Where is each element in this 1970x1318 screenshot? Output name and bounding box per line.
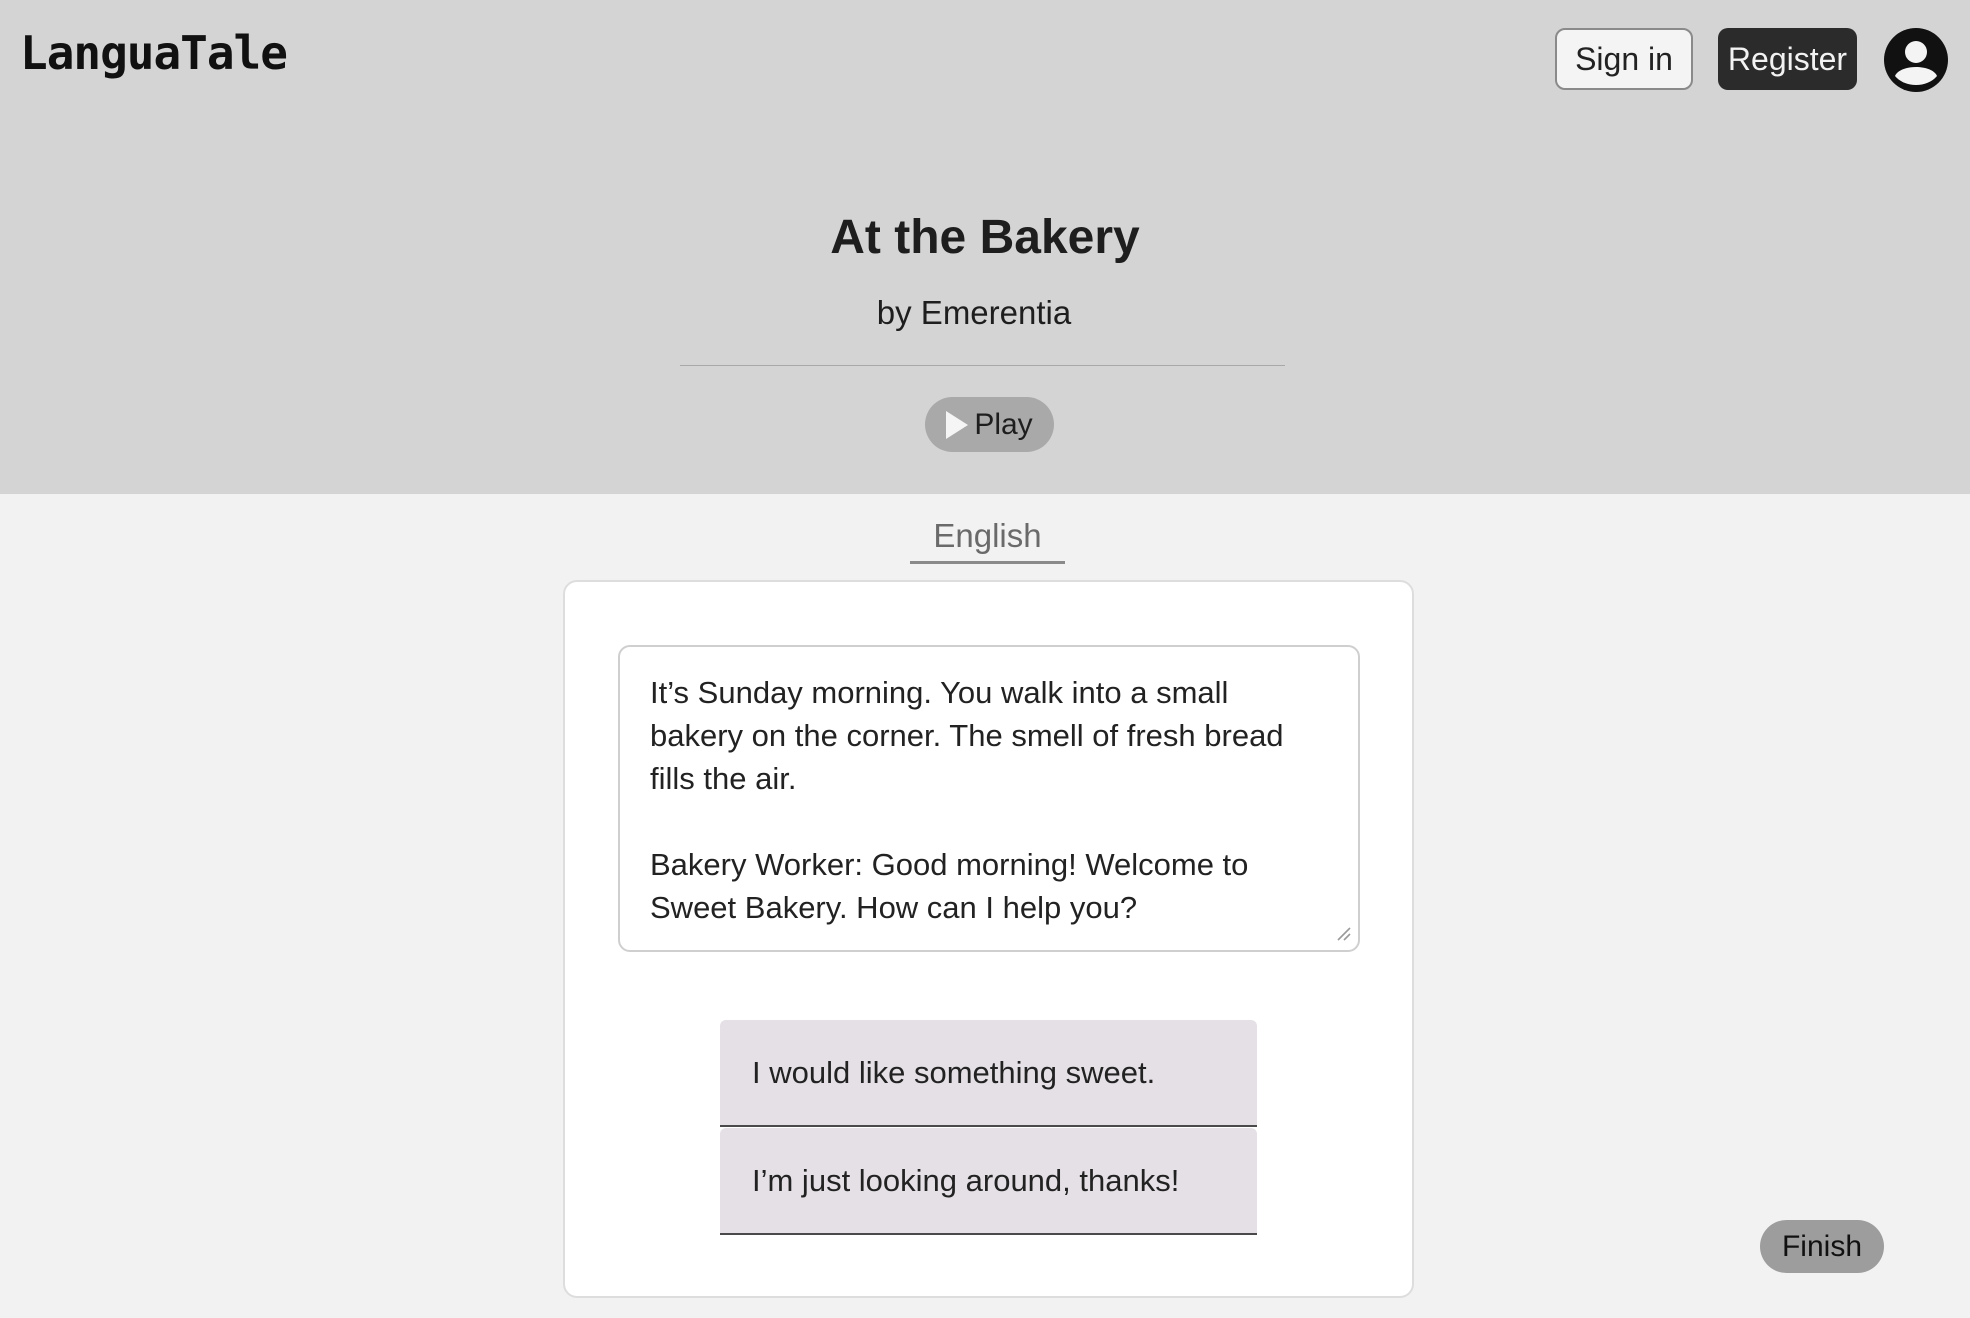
story-title: At the Bakery (830, 211, 1140, 264)
tab-english[interactable]: English (910, 510, 1065, 564)
register-button[interactable]: Register (1718, 28, 1857, 90)
app-logo[interactable]: LanguaTale (20, 26, 288, 80)
header-banner: LanguaTale Sign in Register At the Baker… (0, 0, 1970, 494)
story-author: by Emerentia (876, 294, 1072, 331)
sign-in-button[interactable]: Sign in (1555, 28, 1693, 90)
divider (680, 365, 1285, 366)
play-button[interactable]: Play (925, 397, 1054, 452)
choice-option-1[interactable]: I would like something sweet. (720, 1020, 1257, 1127)
play-icon (946, 410, 969, 439)
finish-button[interactable]: Finish (1760, 1220, 1884, 1273)
resize-handle-icon[interactable] (1335, 925, 1351, 941)
user-circle-icon[interactable] (1882, 26, 1950, 94)
choice-option-2[interactable]: I’m just looking around, thanks! (720, 1128, 1257, 1235)
play-label: Play (974, 407, 1033, 441)
story-text-area[interactable]: It’s Sunday morning. You walk into a sma… (618, 645, 1360, 952)
